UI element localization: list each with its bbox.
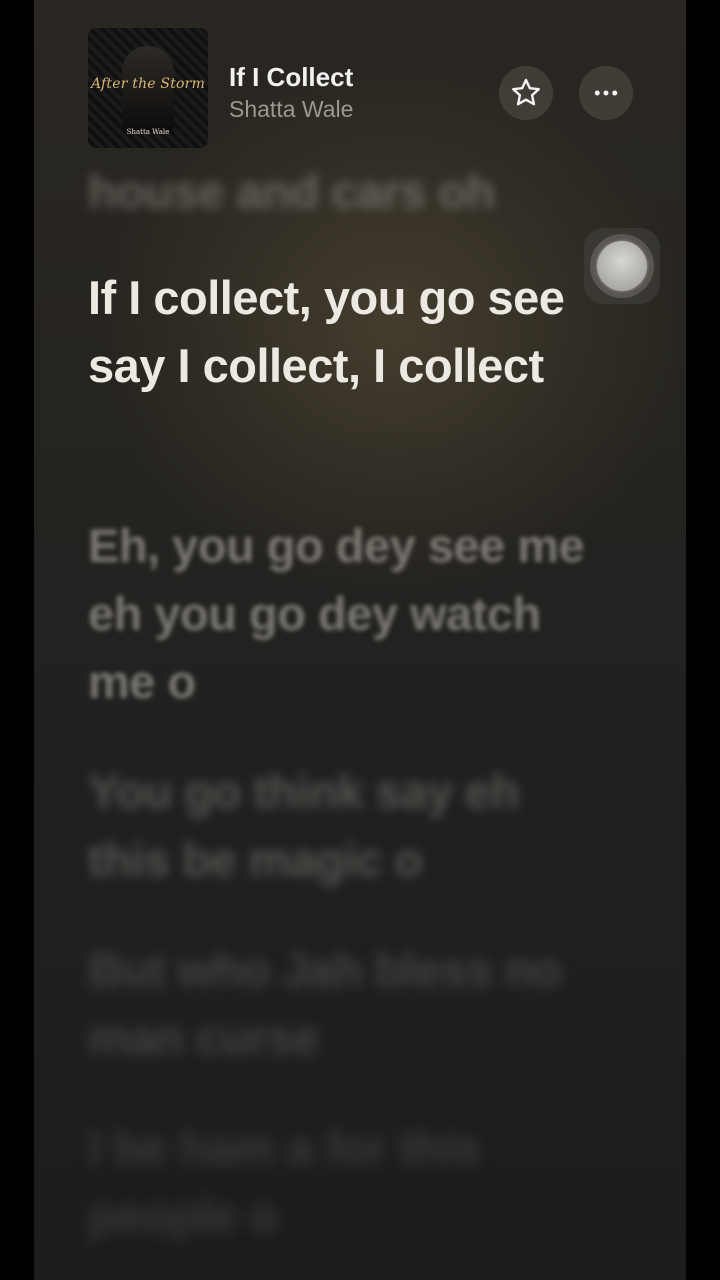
artist-name[interactable]: Shatta Wale <box>229 96 353 123</box>
lyric-line-next[interactable]: But who Jah bless no man curse <box>88 936 608 1072</box>
now-playing-header: After the Storm Shatta Wale If I Collect… <box>34 0 686 160</box>
assistive-touch-icon <box>597 241 647 291</box>
lyric-line-previous[interactable]: house and cars oh <box>88 158 608 226</box>
more-options-button[interactable] <box>579 66 633 120</box>
favorite-button[interactable] <box>499 66 553 120</box>
assistive-touch-ring <box>590 234 654 298</box>
lyric-line-next[interactable]: I be ham a for this people o <box>88 1114 608 1250</box>
star-icon <box>512 78 540 106</box>
album-artwork-title: After the Storm <box>90 76 206 92</box>
lyric-line-next[interactable]: Eh, you go dey see me eh you go dey watc… <box>88 512 608 716</box>
song-title: If I Collect <box>229 62 354 92</box>
ellipsis-icon <box>594 90 618 96</box>
assistive-touch-button[interactable] <box>584 228 660 304</box>
album-artwork[interactable]: After the Storm Shatta Wale <box>88 28 208 148</box>
album-artwork-artist: Shatta Wale <box>126 128 170 136</box>
lyric-line-next[interactable]: You go think say eh this be magic o <box>88 758 608 894</box>
lyric-line-active[interactable]: If I collect, you go see say I collect, … <box>88 264 608 400</box>
lyrics-screen: house and cars oh If I collect, you go s… <box>34 0 686 1280</box>
